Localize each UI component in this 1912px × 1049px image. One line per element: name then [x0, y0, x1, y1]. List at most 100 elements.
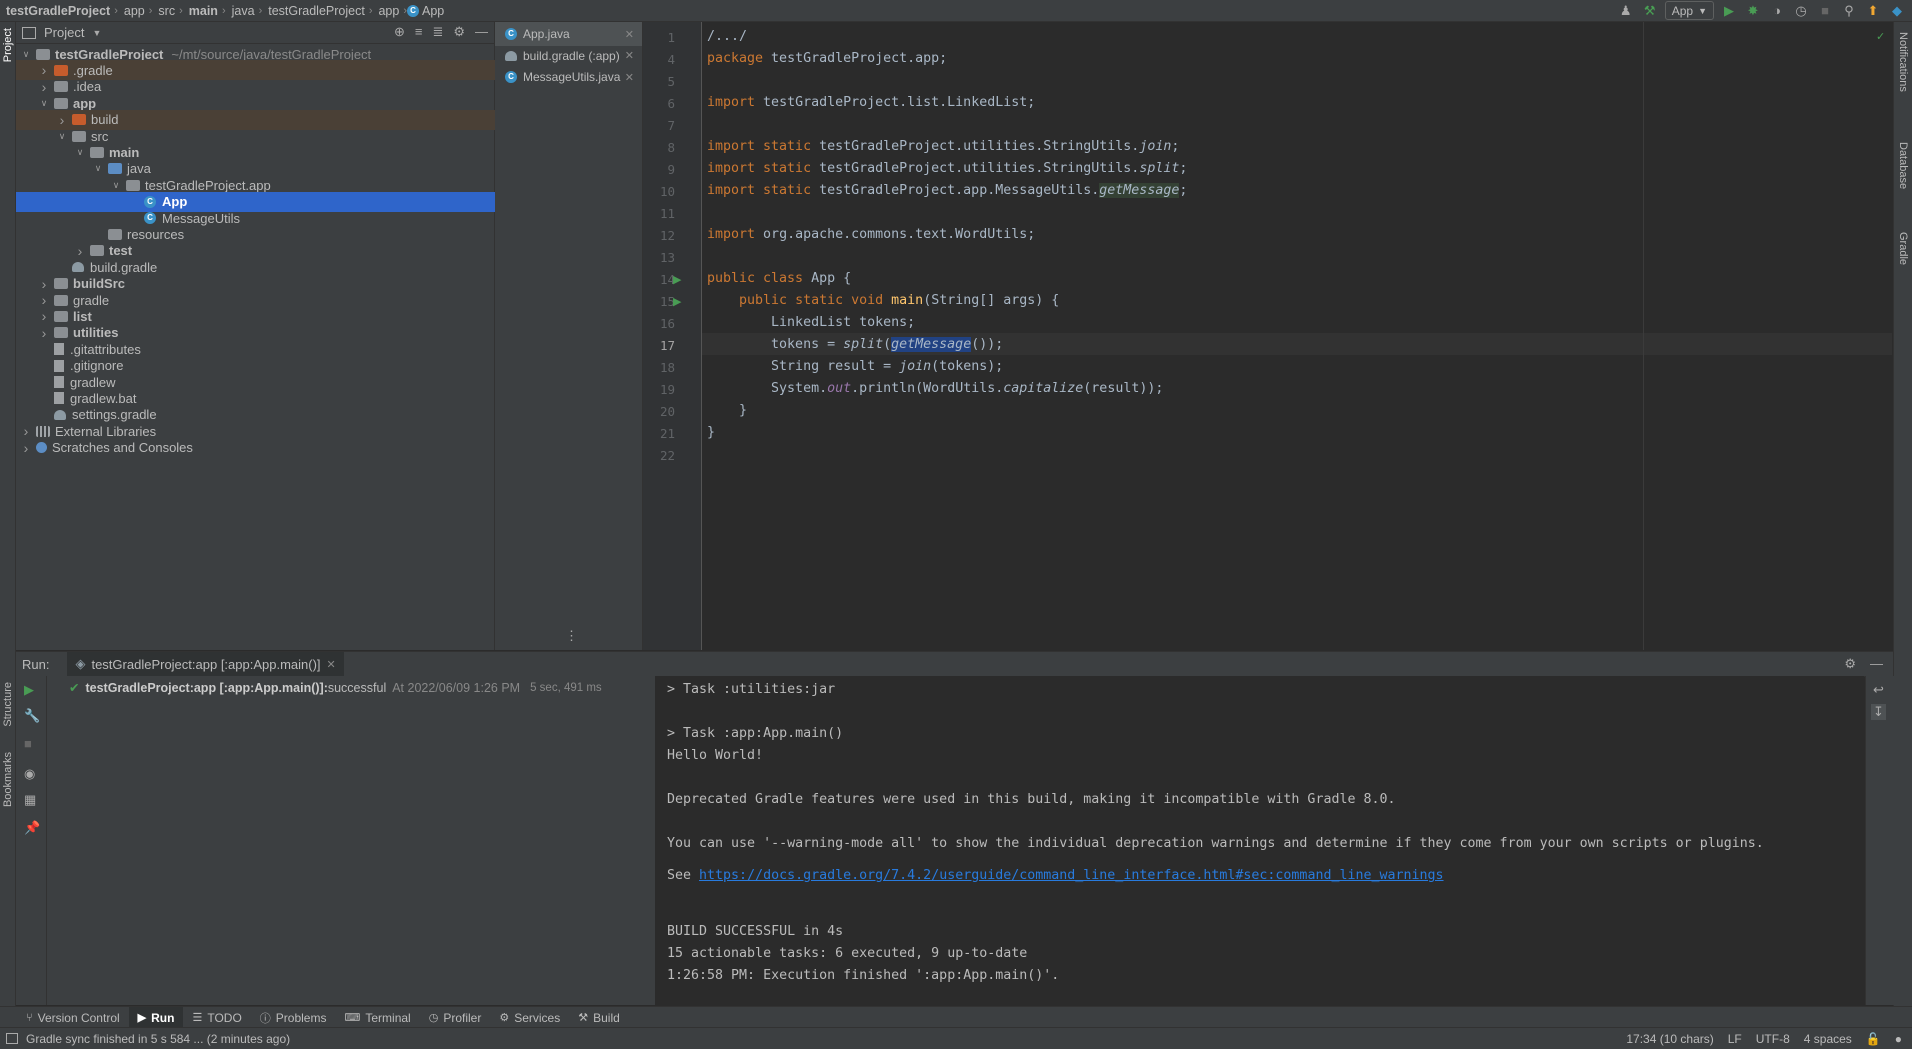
run-configuration-select[interactable]: App ▼ [1664, 1, 1714, 20]
file-encoding[interactable]: UTF-8 [1756, 1032, 1790, 1046]
gear-icon[interactable]: ⚙ [453, 24, 465, 40]
wrench-icon[interactable]: 🔧 [24, 708, 40, 724]
chevron-down-icon[interactable]: ∨ [92, 163, 104, 174]
update-icon[interactable]: ⬆ [1864, 2, 1882, 20]
breadcrumb-item[interactable]: src [152, 4, 179, 18]
breadcrumb-item[interactable]: testGradleProject [262, 4, 369, 18]
build-task-name: testGradleProject:app [:app:App.main()]: [85, 680, 328, 695]
console-output[interactable]: > Task :utilities:jar > Task :app:App.mai… [656, 676, 1864, 1005]
run-icon[interactable]: ▶ [1720, 2, 1738, 20]
editor-tab-label: MessageUtils.java [523, 70, 621, 84]
line-number: 15 [659, 294, 675, 309]
tree-item-label: gradlew [70, 374, 116, 390]
close-icon[interactable]: ✕ [327, 658, 336, 671]
database-tool-button[interactable]: Database [1897, 142, 1909, 189]
ide-logo-icon[interactable]: ◆ [1888, 2, 1906, 20]
tool-window-problems[interactable]: ⓘ Problems [251, 1007, 336, 1028]
folder-icon [54, 310, 68, 322]
tool-window-label: Profiler [443, 1010, 482, 1025]
stop-icon[interactable]: ■ [24, 736, 32, 751]
collapse-all-icon[interactable]: ≣ [432, 24, 443, 40]
breadcrumb-item[interactable]: app [118, 4, 149, 18]
more-icon[interactable]: ⋮ [565, 628, 578, 644]
breadcrumb-item[interactable]: main [183, 4, 222, 18]
gradle-tool-button[interactable]: Gradle [1897, 232, 1909, 265]
editor-tab[interactable]: build.gradle (:app) ✕ [495, 44, 642, 68]
profile-icon[interactable]: ◷ [1792, 2, 1810, 20]
editor-tab[interactable]: C MessageUtils.java ✕ [495, 65, 642, 89]
coverage-icon[interactable]: ◑ [1768, 2, 1786, 20]
editor-tab[interactable]: C App.java ✕ [495, 22, 642, 46]
tree-item-label: .gradle [73, 62, 113, 78]
stop-icon[interactable]: ■ [1816, 2, 1834, 20]
notifications-tool-button[interactable]: Notifications [1897, 32, 1909, 92]
build-result-tree: ✔ testGradleProject:app [:app:App.main()… [47, 676, 656, 1005]
line-separator[interactable]: LF [1728, 1032, 1742, 1046]
scroll-to-end-icon[interactable]: ↧ [1871, 704, 1886, 720]
tree-item[interactable]: › Scratches and Consoles [16, 438, 498, 458]
lock-icon[interactable]: 🔓 [1866, 1032, 1881, 1046]
user-icon[interactable]: ♟ [1617, 2, 1635, 20]
tool-window-todo[interactable]: ☰ TODO [183, 1007, 250, 1028]
chevron-down-icon[interactable]: ∨ [56, 131, 68, 142]
chevron-down-icon[interactable]: ∨ [20, 49, 32, 60]
see-line: See https://docs.gradle.org/7.4.2/usergu… [667, 868, 1444, 883]
tool-window-build[interactable]: ⚒ Build [569, 1007, 629, 1028]
chevron-down-icon[interactable]: ∨ [110, 180, 122, 191]
eye-icon[interactable]: ◉ [24, 766, 35, 782]
breadcrumb-item[interactable]: java [226, 4, 259, 18]
build-hammer-icon[interactable]: ⚒ [1641, 2, 1659, 20]
status-panel-icon[interactable] [6, 1033, 18, 1044]
chevron-right-icon[interactable]: › [20, 440, 32, 456]
project-tool-button[interactable]: Project [2, 28, 14, 62]
soft-wrap-icon[interactable]: ↩ [1873, 682, 1884, 698]
debug-icon[interactable]: ✸ [1744, 2, 1762, 20]
minimize-icon[interactable]: — [475, 24, 488, 40]
breadcrumb-item[interactable]: testGradleProject [0, 4, 114, 18]
tool-window-version-control[interactable]: ⑂ Version Control [0, 1007, 129, 1028]
tool-window-run[interactable]: ▶ Run [128, 1007, 184, 1028]
run-gutter-icon[interactable]: ▶ [673, 273, 681, 286]
caret-position[interactable]: 17:34 (10 chars) [1626, 1032, 1713, 1046]
project-panel-title[interactable]: Project [44, 25, 84, 40]
breadcrumb-item[interactable]: app [372, 4, 403, 18]
minimize-icon[interactable]: — [1870, 656, 1883, 672]
close-icon[interactable]: ✕ [625, 28, 634, 41]
gradle-icon [72, 262, 84, 273]
editor-tab-label: build.gradle (:app) [523, 48, 620, 63]
chevron-down-icon[interactable]: ∨ [38, 98, 50, 109]
run-gutter-icon[interactable]: ▶ [673, 295, 681, 308]
close-icon[interactable]: ✕ [625, 49, 634, 62]
run-tab[interactable]: ◈ testGradleProject:app [:app:App.main()… [67, 652, 344, 676]
bookmarks-tool-button[interactable]: Bookmarks [2, 752, 14, 807]
tool-window-terminal[interactable]: ⌨ Terminal [335, 1007, 419, 1028]
build-status: successful [327, 680, 387, 695]
expand-all-icon[interactable]: ≡ [415, 24, 423, 40]
tool-window-services[interactable]: ⚙ Services [490, 1007, 569, 1028]
folder-icon [108, 228, 122, 240]
tree-item-label: build [91, 112, 119, 128]
status-message[interactable]: Gradle sync finished in 5 s 584 ... (2 m… [26, 1032, 290, 1046]
run-icon: ▶ [137, 1012, 147, 1024]
close-icon[interactable]: ✕ [625, 71, 634, 84]
breadcrumb-item[interactable]: App [422, 4, 448, 18]
layout-icon[interactable]: ▦ [24, 792, 36, 808]
locate-icon[interactable]: ⊕ [394, 24, 405, 40]
indent-setting[interactable]: 4 spaces [1804, 1032, 1852, 1046]
chevron-down-icon[interactable]: ▼ [92, 28, 101, 38]
gear-icon[interactable]: ⚙ [1844, 656, 1856, 672]
gradle-docs-link[interactable]: https://docs.gradle.org/7.4.2/userguide/… [699, 868, 1444, 883]
build-result-row[interactable]: ✔ testGradleProject:app [:app:App.main()… [69, 680, 602, 696]
structure-tool-button[interactable]: Structure [2, 682, 14, 727]
tool-window-profiler[interactable]: ◷ Profiler [420, 1007, 491, 1028]
chevron-down-icon[interactable]: ∨ [74, 147, 86, 158]
tool-window-label: Problems [275, 1010, 327, 1025]
pin-icon[interactable]: 📌 [24, 820, 40, 836]
editor-tab-label: App.java [523, 27, 570, 41]
search-icon[interactable]: ⚲ [1840, 2, 1858, 20]
console-line: You can use '--warning-mode all' to show… [667, 836, 1764, 851]
tree-item-label: External Libraries [55, 423, 157, 439]
rerun-icon[interactable]: ▶ [24, 682, 34, 698]
right-margin-guide [1643, 22, 1644, 650]
notifications-icon[interactable]: ● [1895, 1032, 1902, 1046]
